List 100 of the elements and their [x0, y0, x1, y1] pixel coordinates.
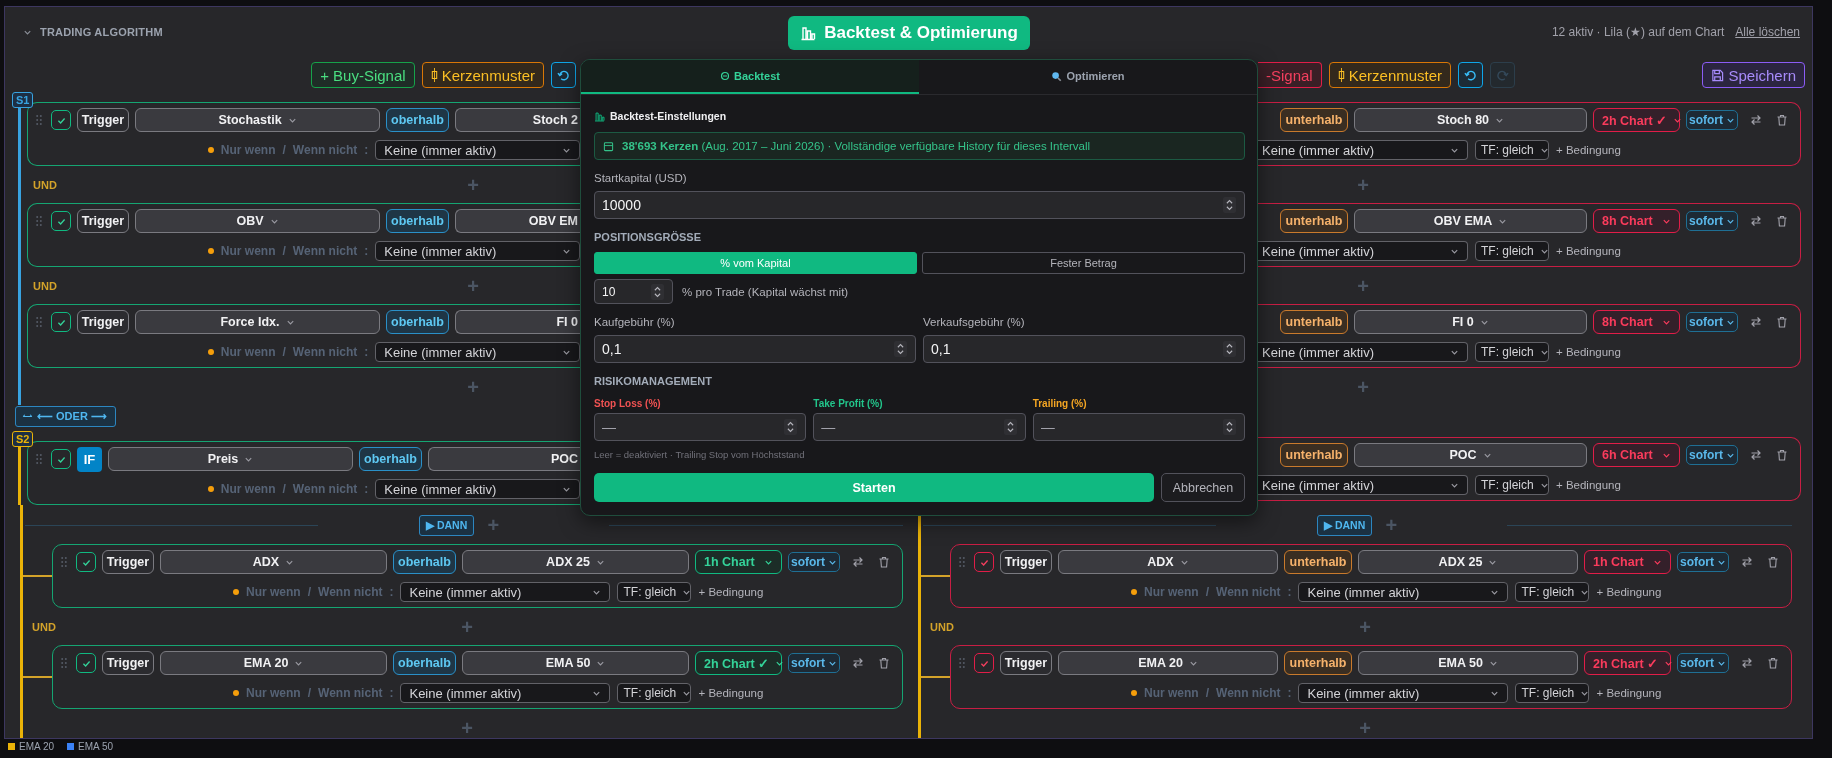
- target-dropdown[interactable]: ADX 25: [462, 550, 689, 574]
- timing-dropdown[interactable]: sofort: [788, 552, 840, 572]
- type-button[interactable]: Trigger: [102, 651, 154, 675]
- add-condition-link[interactable]: + Bedingung: [698, 586, 764, 598]
- target-dropdown[interactable]: FI 0: [1354, 310, 1587, 334]
- timeframe-dropdown[interactable]: 8h Chart: [1593, 209, 1680, 233]
- type-button[interactable]: Trigger: [77, 209, 129, 233]
- timeframe-dropdown[interactable]: 2h Chart ✓: [695, 651, 782, 675]
- filter-dropdown[interactable]: Keine (immer aktiv): [1298, 683, 1509, 703]
- save-button[interactable]: Speichern: [1702, 62, 1805, 88]
- timeframe-filter-dropdown[interactable]: TF: gleich: [617, 683, 692, 703]
- indicator-dropdown[interactable]: OBV: [135, 209, 380, 233]
- timeframe-filter-dropdown[interactable]: TF: gleich: [1475, 342, 1549, 362]
- filter-dropdown[interactable]: Keine (immer aktiv): [1258, 140, 1468, 160]
- timing-dropdown[interactable]: sofort: [1686, 110, 1738, 130]
- timeframe-dropdown[interactable]: 1h Chart: [695, 550, 782, 574]
- timeframe-filter-dropdown[interactable]: TF: gleich: [617, 582, 692, 602]
- type-button[interactable]: Trigger: [102, 550, 154, 574]
- timeframe-filter-dropdown[interactable]: TF: gleich: [1475, 475, 1549, 495]
- indicator-dropdown[interactable]: Force Idx.: [135, 310, 380, 334]
- type-button[interactable]: Trigger: [1000, 651, 1052, 675]
- indicator-dropdown[interactable]: Preis: [108, 447, 353, 471]
- add-signal-button[interactable]: -Signal: [1258, 62, 1322, 88]
- undo-button[interactable]: [551, 62, 576, 88]
- target-dropdown[interactable]: Stoch 2: [455, 108, 580, 132]
- timeframe-dropdown[interactable]: 8h Chart: [1593, 310, 1680, 334]
- target-dropdown[interactable]: Stoch 80: [1354, 108, 1587, 132]
- add-condition-link[interactable]: + Bedingung: [698, 687, 764, 699]
- checkbox[interactable]: [974, 653, 994, 673]
- add-condition-link[interactable]: + Bedingung: [1556, 479, 1621, 491]
- type-button[interactable]: Trigger: [77, 108, 129, 132]
- filter-dropdown[interactable]: Keine (immer aktiv): [1258, 241, 1468, 261]
- add-signal-button[interactable]: + Buy-Signal: [311, 62, 415, 88]
- number-field[interactable]: —: [1032, 413, 1245, 441]
- timeframe-filter-dropdown[interactable]: TF: gleich: [1475, 140, 1549, 160]
- number-field[interactable]: 0,1: [594, 335, 916, 363]
- tab[interactable]: Optimieren: [919, 60, 1257, 94]
- candle-pattern-button[interactable]: Kerzenmuster: [421, 62, 544, 88]
- tab[interactable]: Backtest: [581, 60, 919, 94]
- timing-dropdown[interactable]: sofort: [788, 653, 840, 673]
- candle-pattern-button[interactable]: Kerzenmuster: [1328, 62, 1452, 88]
- operator-button[interactable]: oberhalb: [359, 447, 422, 471]
- checkbox[interactable]: [51, 110, 71, 130]
- checkbox[interactable]: [51, 211, 71, 231]
- checkbox[interactable]: [974, 552, 994, 572]
- operator-button[interactable]: unterhalb: [1280, 209, 1348, 233]
- checkbox[interactable]: [76, 653, 96, 673]
- operator-button[interactable]: oberhalb: [386, 209, 449, 233]
- filter-dropdown[interactable]: Keine (immer aktiv): [375, 342, 580, 362]
- add-condition-link[interactable]: + Bedingung: [1596, 586, 1662, 598]
- operator-button[interactable]: oberhalb: [386, 310, 449, 334]
- filter-dropdown[interactable]: Keine (immer aktiv): [400, 683, 611, 703]
- timeframe-dropdown[interactable]: 6h Chart: [1593, 443, 1680, 467]
- filter-dropdown[interactable]: Keine (immer aktiv): [1258, 475, 1468, 495]
- timing-dropdown[interactable]: sofort: [1686, 211, 1738, 231]
- cancel-button[interactable]: Abbrechen: [1161, 473, 1245, 502]
- filter-dropdown[interactable]: Keine (immer aktiv): [1298, 582, 1509, 602]
- type-button[interactable]: Trigger: [77, 310, 129, 334]
- filter-dropdown[interactable]: Keine (immer aktiv): [375, 140, 580, 160]
- checkbox[interactable]: [51, 449, 71, 469]
- target-dropdown[interactable]: EMA 50: [462, 651, 689, 675]
- target-dropdown[interactable]: FI 0: [455, 310, 580, 334]
- number-field[interactable]: 10: [594, 279, 673, 304]
- number-field[interactable]: —: [594, 413, 807, 441]
- or-button[interactable]: ⟵ ODER ⟶: [15, 406, 116, 427]
- target-dropdown[interactable]: OBV EMA: [1354, 209, 1587, 233]
- operator-button[interactable]: unterhalb: [1284, 651, 1352, 675]
- target-dropdown[interactable]: POC: [428, 447, 580, 471]
- add-condition-link[interactable]: + Bedingung: [1556, 346, 1621, 358]
- undo-button[interactable]: [1458, 62, 1484, 88]
- operator-button[interactable]: unterhalb: [1280, 443, 1348, 467]
- indicator-dropdown[interactable]: EMA 20: [160, 651, 387, 675]
- checkbox[interactable]: [76, 552, 96, 572]
- target-dropdown[interactable]: POC: [1354, 443, 1587, 467]
- filter-dropdown[interactable]: Keine (immer aktiv): [375, 241, 580, 261]
- operator-button[interactable]: oberhalb: [393, 550, 456, 574]
- clear-all-link[interactable]: Alle löschen: [1735, 25, 1800, 39]
- number-field[interactable]: 0,1: [923, 335, 1245, 363]
- operator-button[interactable]: unterhalb: [1280, 108, 1348, 132]
- indicator-dropdown[interactable]: EMA 20: [1058, 651, 1278, 675]
- timeframe-dropdown[interactable]: 2h Chart ✓: [1593, 108, 1680, 132]
- operator-button[interactable]: unterhalb: [1284, 550, 1352, 574]
- timing-dropdown[interactable]: sofort: [1677, 653, 1729, 673]
- timeframe-filter-dropdown[interactable]: TF: gleich: [1515, 582, 1590, 602]
- operator-button[interactable]: oberhalb: [393, 651, 456, 675]
- timeframe-filter-dropdown[interactable]: TF: gleich: [1515, 683, 1590, 703]
- filter-dropdown[interactable]: Keine (immer aktiv): [1258, 342, 1468, 362]
- number-field[interactable]: 10000: [594, 191, 1245, 219]
- timing-dropdown[interactable]: sofort: [1686, 445, 1738, 465]
- filter-dropdown[interactable]: Keine (immer aktiv): [375, 479, 580, 499]
- operator-button[interactable]: unterhalb: [1280, 310, 1348, 334]
- target-dropdown[interactable]: ADX 25: [1358, 550, 1578, 574]
- type-button[interactable]: Trigger: [1000, 550, 1052, 574]
- checkbox[interactable]: [51, 312, 71, 332]
- target-dropdown[interactable]: OBV EM: [455, 209, 580, 233]
- target-dropdown[interactable]: EMA 50: [1358, 651, 1578, 675]
- timeframe-filter-dropdown[interactable]: TF: gleich: [1475, 241, 1549, 261]
- operator-button[interactable]: oberhalb: [386, 108, 449, 132]
- timeframe-dropdown[interactable]: 1h Chart: [1584, 550, 1671, 574]
- add-condition-link[interactable]: + Bedingung: [1596, 687, 1662, 699]
